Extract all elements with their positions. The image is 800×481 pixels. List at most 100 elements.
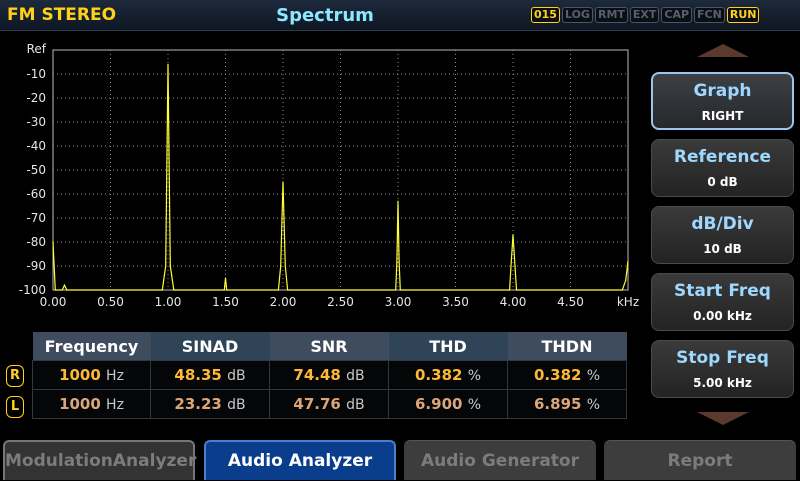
trace-point xyxy=(224,277,227,279)
trace-point xyxy=(512,234,514,236)
y-tick-label: -10 xyxy=(26,67,46,81)
db-div-label: dB/Div xyxy=(691,214,754,234)
channel-r-badge: R xyxy=(6,365,24,387)
status-indicators: 015 LOG RMT EXT CAP FCN RUN xyxy=(531,7,760,23)
x-tick-label: 4.00 xyxy=(500,295,527,309)
cell-thdn: 6.895 % xyxy=(507,389,627,419)
db-div-value: 10 dB xyxy=(703,242,742,256)
x-tick-label: 3.50 xyxy=(442,295,469,309)
spectrum-chart: Ref-10-20-30-40-50-60-70-80-90-100 0.00 0… xyxy=(19,42,640,309)
indicator-run: RUN xyxy=(726,7,760,23)
y-tick-label: -90 xyxy=(26,259,46,273)
trace-point xyxy=(61,289,63,291)
trace-point xyxy=(397,200,399,202)
col-snr: SNR xyxy=(269,332,389,361)
start-freq-label: Start Freq xyxy=(674,281,771,301)
y-tick-label: -50 xyxy=(26,163,46,177)
tab-audio-analyzer[interactable]: Audio Analyzer xyxy=(204,440,396,480)
col-thdn: THDN xyxy=(507,332,627,361)
indicator-015: 015 xyxy=(531,7,560,23)
reference-value: 0 dB xyxy=(707,175,738,189)
graph-button[interactable]: Graph RIGHT xyxy=(651,72,794,130)
y-tick-label: Ref xyxy=(27,42,47,56)
scroll-up-arrow-icon[interactable] xyxy=(697,44,749,57)
cell-frequency: 1000 Hz xyxy=(32,389,151,419)
db-div-button[interactable]: dB/Div 10 dB xyxy=(651,206,794,264)
x-tick-label: 1.50 xyxy=(212,295,239,309)
x-unit-label: kHz xyxy=(617,295,639,309)
x-tick-label: 0.00 xyxy=(40,295,67,309)
trace-point xyxy=(169,265,171,267)
trace-point xyxy=(510,270,512,272)
trace-point xyxy=(161,289,163,291)
trace-point xyxy=(223,289,225,291)
cell-thdn: 0.382 % xyxy=(507,360,627,390)
cell-frequency: 1000 Hz xyxy=(32,360,151,390)
scroll-down-arrow-icon[interactable] xyxy=(697,412,749,425)
cell-thd: 0.382 % xyxy=(388,360,508,390)
table-row-right: 1000 Hz 48.35 dB 74.48 dB 0.382 % 0.382 … xyxy=(32,360,627,390)
cell-sinad: 23.23 dB xyxy=(150,389,270,419)
x-tick-label: 1.00 xyxy=(155,295,182,309)
start-freq-value: 0.00 kHz xyxy=(693,309,752,323)
trace-point xyxy=(508,289,511,291)
col-thd: THD xyxy=(388,332,508,361)
col-sinad: SINAD xyxy=(150,332,270,361)
stop-freq-value: 5.00 kHz xyxy=(693,376,752,390)
tab-modulation-analyzer[interactable]: ModulationAnalyzer xyxy=(3,440,196,480)
indicator-cap: CAP xyxy=(661,7,693,23)
y-tick-label: -60 xyxy=(26,187,46,201)
tab-audio-generator[interactable]: Audio Generator xyxy=(404,440,596,480)
tab-report[interactable]: Report xyxy=(604,440,796,480)
trace-point xyxy=(621,289,623,291)
y-tick-label: -70 xyxy=(26,211,46,225)
x-tick-label: 2.00 xyxy=(270,295,297,309)
y-tick-label: -40 xyxy=(26,139,46,153)
x-tick-label: 3.00 xyxy=(385,295,412,309)
indicator-fcn: FCN xyxy=(694,7,725,23)
indicator-rmt: RMT xyxy=(594,7,628,23)
cell-snr: 74.48 dB xyxy=(269,360,389,390)
stop-freq-label: Stop Freq xyxy=(676,348,769,368)
cell-thd: 6.900 % xyxy=(388,389,508,419)
y-axis-labels: Ref-10-20-30-40-50-60-70-80-90-100 xyxy=(19,42,47,297)
trace-point xyxy=(66,289,68,291)
trace-point xyxy=(167,63,169,65)
indicator-ext: EXT xyxy=(629,7,660,23)
reference-button[interactable]: Reference 0 dB xyxy=(651,139,794,197)
trace-point xyxy=(165,265,167,267)
title-bar: FM STEREO Spectrum 015 LOG RMT EXT CAP F… xyxy=(0,0,800,31)
reference-label: Reference xyxy=(673,147,772,167)
y-tick-label: -30 xyxy=(26,115,46,129)
x-tick-label: 2.50 xyxy=(327,295,354,309)
x-tick-label: 4.50 xyxy=(557,295,584,309)
indicator-log: LOG xyxy=(561,7,593,23)
col-frequency: Frequency xyxy=(32,332,151,361)
trace-point xyxy=(280,265,282,267)
y-tick-label: -80 xyxy=(26,235,46,249)
trace-point xyxy=(226,289,228,291)
trace-point xyxy=(284,265,286,267)
cell-snr: 47.76 dB xyxy=(269,389,389,419)
trace-point xyxy=(277,289,279,291)
x-axis-labels: 0.00 0.50 1.00 1.50 2.00 2.50 3.00 3.50 4.00 4.50… xyxy=(40,295,640,309)
x-tick-label: 0.50 xyxy=(97,295,124,309)
y-tick-label: -20 xyxy=(26,91,46,105)
table-header-row: Frequency SINAD SNR THD THDN xyxy=(32,332,627,361)
measurement-table: Frequency SINAD SNR THD THDN 1000 Hz 48.… xyxy=(32,332,627,419)
table-row-left: 1000 Hz 23.23 dB 47.76 dB 6.900 % 6.895 … xyxy=(32,389,627,419)
trace-point xyxy=(63,284,66,286)
trace-point xyxy=(52,241,54,243)
trace-point xyxy=(515,289,518,291)
trace-point xyxy=(396,260,398,262)
graph-label: Graph xyxy=(693,81,752,101)
trace-point xyxy=(395,289,397,291)
stop-freq-button[interactable]: Stop Freq 5.00 kHz xyxy=(651,340,794,398)
trace-point xyxy=(287,289,289,291)
trace-point xyxy=(514,270,516,272)
trace-point xyxy=(54,289,56,291)
start-freq-button[interactable]: Start Freq 0.00 kHz xyxy=(651,273,794,331)
trace-point xyxy=(399,289,401,291)
trace-point xyxy=(398,260,400,262)
graph-value: RIGHT xyxy=(701,109,744,123)
